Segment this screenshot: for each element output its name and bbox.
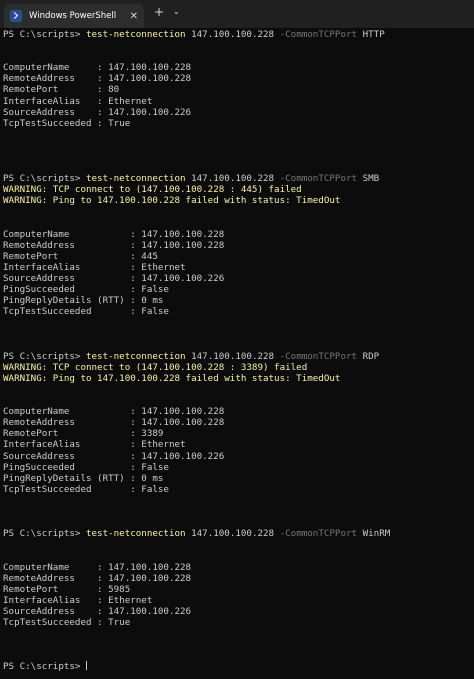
- output-row: RemoteAddress : 147.100.100.228: [3, 417, 225, 429]
- output-row: SourceAddress : 147.100.100.226: [3, 605, 192, 617]
- command-line: PS C:\scripts> test-netconnection 147.10…: [3, 29, 471, 40]
- output-row: RemoteAddress : 147.100.100.228: [3, 572, 192, 584]
- output-row: RemotePort : 445: [3, 250, 158, 262]
- command-port-name: SMB: [357, 173, 380, 185]
- output-row: RemotePort : 5985: [3, 583, 131, 595]
- command-port-name: HTTP: [357, 29, 385, 40]
- command-parameter: -CommonTCPPort: [279, 528, 358, 540]
- output-row: InterfaceAlias : Ethernet: [3, 439, 186, 451]
- command-line: PS C:\scripts> test-netconnection 147.10…: [3, 528, 471, 539]
- output-row: TcpTestSucceeded : False: [3, 483, 169, 495]
- tab-windows-powershell[interactable]: Windows PowerShell ✕: [4, 4, 144, 28]
- command-address: 147.100.100.228: [185, 173, 280, 185]
- text-cursor: [85, 661, 87, 671]
- command-parameter: -CommonTCPPort: [279, 173, 358, 185]
- command-line: PS C:\scripts> test-netconnection 147.10…: [3, 351, 471, 362]
- prompt: PS C:\scripts>: [3, 173, 86, 185]
- output-row: ComputerName : 147.100.100.228: [3, 62, 192, 74]
- command-line: PS C:\scripts> test-netconnection 147.10…: [3, 173, 471, 184]
- output-row: SourceAddress : 147.100.100.226: [3, 450, 225, 462]
- command-name: test-netconnection: [85, 29, 186, 40]
- new-tab-button[interactable]: +: [154, 5, 164, 19]
- output-row: ComputerName : 147.100.100.228: [3, 561, 192, 573]
- prompt: PS C:\scripts>: [3, 528, 86, 540]
- prompt: PS C:\scripts>: [3, 29, 86, 40]
- output-row: PingSucceeded : False: [3, 461, 169, 473]
- output-row: TcpTestSucceeded : True: [3, 616, 131, 628]
- output-row: ComputerName : 147.100.100.228: [3, 406, 225, 418]
- input-line[interactable]: PS C:\scripts>: [3, 661, 471, 672]
- warning-line: WARNING: Ping to 147.100.100.228 failed …: [3, 372, 341, 384]
- chevron-down-icon[interactable]: ⌄: [173, 7, 180, 16]
- tab-strip: Windows PowerShell ✕ + ⌄: [0, 0, 474, 28]
- output-row: InterfaceAlias : Ethernet: [3, 261, 186, 273]
- prompt: PS C:\scripts>: [3, 661, 86, 673]
- powershell-icon: [10, 10, 22, 22]
- output-row: RemotePort : 80: [3, 84, 120, 96]
- output-row: InterfaceAlias : Ethernet: [3, 594, 153, 606]
- output-row: RemoteAddress : 147.100.100.228: [3, 239, 225, 251]
- output-row: SourceAddress : 147.100.100.226: [3, 273, 225, 285]
- command-port-name: WinRM: [357, 528, 391, 540]
- warning-line: WARNING: TCP connect to (147.100.100.228…: [3, 361, 308, 373]
- prompt: PS C:\scripts>: [3, 350, 86, 362]
- warning-line: WARNING: Ping to 147.100.100.228 failed …: [3, 195, 341, 207]
- output-row: TcpTestSucceeded : True: [3, 117, 131, 129]
- command-name: test-netconnection: [85, 528, 186, 540]
- command-address: 147.100.100.228: [185, 350, 280, 362]
- output-row: ComputerName : 147.100.100.228: [3, 228, 225, 240]
- warning-line: WARNING: TCP connect to (147.100.100.228…: [3, 184, 302, 196]
- command-parameter: -CommonTCPPort: [279, 350, 358, 362]
- tab-title: Windows PowerShell: [29, 11, 117, 21]
- output-row: RemotePort : 3389: [3, 428, 164, 440]
- output-row: PingReplyDetails (RTT) : 0 ms: [3, 295, 164, 307]
- output-row: RemoteAddress : 147.100.100.228: [3, 73, 192, 85]
- powershell-window: Windows PowerShell ✕ + ⌄ PS C:\scripts> …: [0, 0, 474, 679]
- command-name: test-netconnection: [85, 173, 186, 185]
- output-row: PingReplyDetails (RTT) : 0 ms: [3, 472, 164, 484]
- terminal-output[interactable]: PS C:\scripts> test-netconnection 147.10…: [3, 29, 471, 679]
- close-icon[interactable]: ✕: [130, 11, 138, 22]
- output-row: SourceAddress : 147.100.100.226: [3, 106, 192, 118]
- output-row: PingSucceeded : False: [3, 284, 169, 296]
- output-row: InterfaceAlias : Ethernet: [3, 95, 153, 107]
- output-row: TcpTestSucceeded : False: [3, 306, 169, 318]
- command-address: 147.100.100.228: [185, 29, 280, 40]
- command-port-name: RDP: [357, 350, 380, 362]
- command-address: 147.100.100.228: [185, 528, 280, 540]
- command-parameter: -CommonTCPPort: [279, 29, 358, 40]
- command-name: test-netconnection: [85, 350, 186, 362]
